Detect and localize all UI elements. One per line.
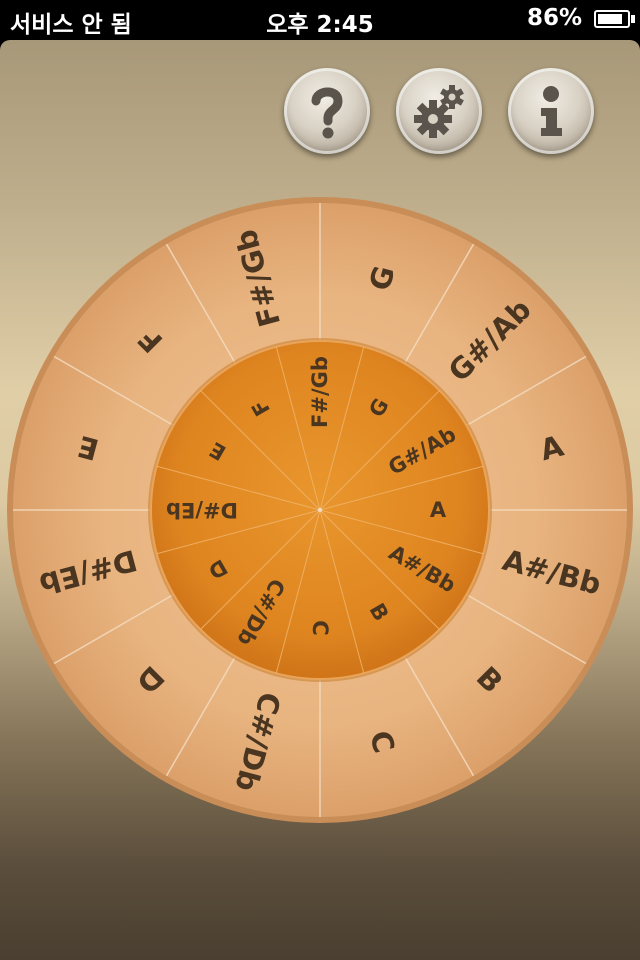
inner-key-c[interactable]: C <box>308 620 332 635</box>
wheel-center <box>318 508 322 512</box>
inner-key-a[interactable]: A <box>430 498 447 522</box>
status-bar: 서비스 안 됨 오후 2:45 86% <box>0 0 640 40</box>
battery-percentage: 86% <box>526 5 582 31</box>
circle-of-fifths-wheel: GG#/AbAA#/BbBCC#/DbDD#/EbEFF#/Gb GG#/AbA… <box>7 197 633 823</box>
battery-icon <box>594 10 630 28</box>
inner-key-fsharp-gb[interactable]: F#/Gb <box>308 356 332 428</box>
app-screen: G G#/Ab A A#/Bb B C C#/Db D D#/Eb E F F#/Gb G G#/Ab A… <box>0 40 640 960</box>
inner-key-dsharp-eb[interactable]: D#/Eb <box>166 498 238 522</box>
battery-fill <box>598 14 623 24</box>
battery-tip <box>631 15 635 23</box>
